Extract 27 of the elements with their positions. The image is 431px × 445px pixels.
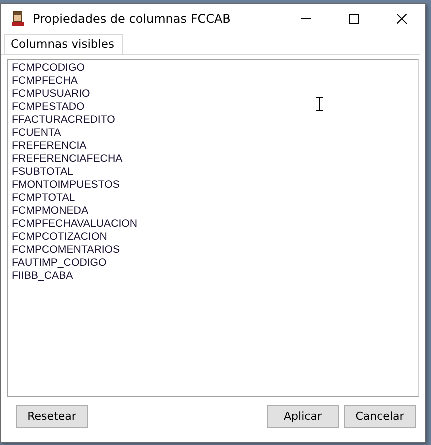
text-cursor-icon [316, 97, 323, 111]
column-name: FAUTIMP_CODIGO [12, 257, 107, 270]
dialog-button[interactable]: Cancelar [344, 405, 416, 428]
column-name: FCUENTA [12, 127, 62, 140]
column-name: FCMPMONEDA [12, 205, 89, 218]
dialog-button[interactable]: Aplicar [267, 405, 339, 428]
column-name: FMONTOIMPUESTOS [12, 179, 120, 192]
column-name: FIIBB_CABA [12, 270, 74, 283]
column-name: FCMPTOTAL [12, 192, 76, 205]
column-name: FREFERENCIA [12, 140, 87, 153]
column-name: FCMPCOMENTARIOS [12, 244, 120, 257]
dialog-button[interactable]: Resetear [16, 405, 88, 428]
window-title: Propiedades de columnas FCCAB [33, 12, 231, 26]
column-name: FFACTURACREDITO [12, 114, 116, 127]
column-name: FCMPFECHA [12, 75, 78, 88]
column-name: FCMPCODIGO [12, 62, 85, 75]
columns-list[interactable] [7, 59, 419, 397]
column-name: FCMPUSUARIO [12, 88, 90, 101]
column-name: FREFERENCIAFECHA [12, 153, 123, 166]
column-name: FCMPFECHAVALUACION [12, 218, 138, 231]
column-name: FCMPESTADO [12, 101, 85, 114]
close-icon[interactable] [397, 14, 407, 24]
tab[interactable]: Columnas visibles [4, 34, 124, 54]
column-name: FCMPCOTIZACION [12, 231, 108, 244]
app-icon [11, 11, 25, 27]
maximize-icon[interactable] [349, 14, 359, 24]
column-name: FSUBTOTAL [12, 166, 74, 179]
